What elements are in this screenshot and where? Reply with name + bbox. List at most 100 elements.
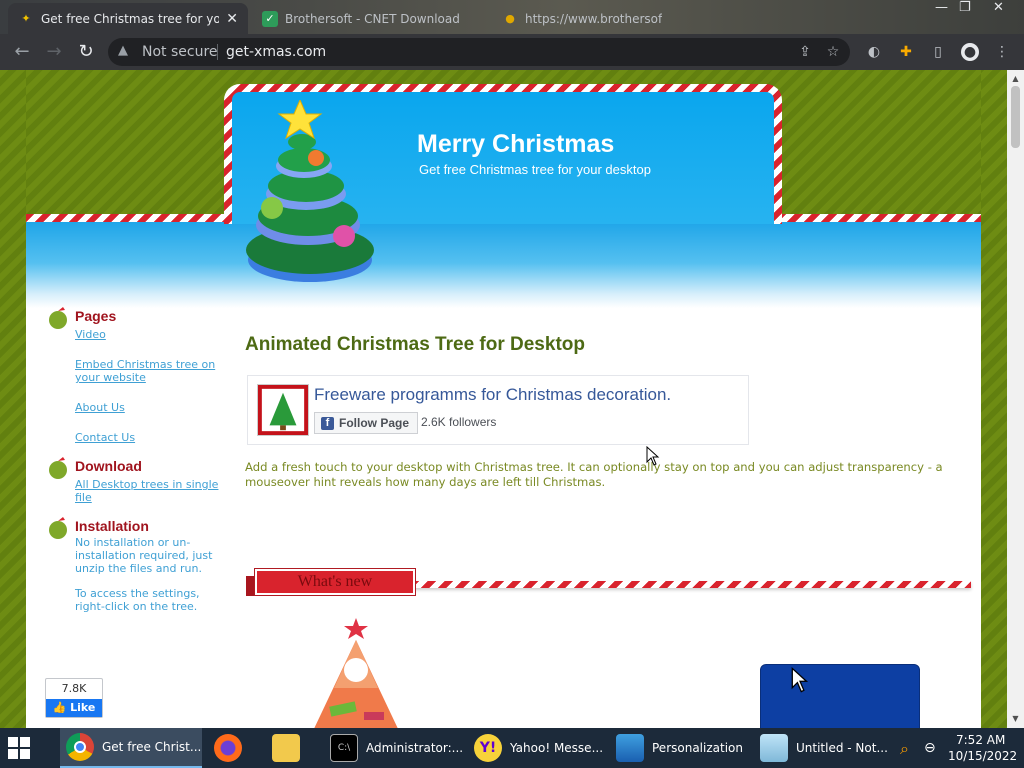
taskbar-item-chrome[interactable]: Get free Christ...	[60, 728, 202, 768]
video-thumbnail[interactable]	[760, 664, 920, 728]
browser-toolbar: ← → ↻ ▲ Not secure get-xmas.com ⇪ ☆ ◐ ✚ …	[0, 34, 1024, 70]
tab-brothersoftgames[interactable]: ● https://www.brothersoftgames	[492, 3, 672, 34]
followers-count: 2.6K followers	[421, 415, 497, 429]
whats-new-ribbon: What's new	[254, 568, 416, 596]
tab-close-icon[interactable]: ✕	[226, 11, 238, 27]
follow-page-button[interactable]: f Follow Page	[314, 412, 419, 434]
taskbar-item-label: Untitled - Not...	[796, 741, 888, 755]
minimize-button[interactable]: —	[935, 0, 948, 18]
installation-note: No installation or un-installation requi…	[75, 536, 213, 575]
sidebar-link-about-us[interactable]: About Us	[75, 401, 125, 414]
taskbar-item-label: Administrator:...	[366, 741, 464, 755]
window-close-button[interactable]: ✕	[993, 0, 1004, 18]
side-panel-icon[interactable]: ▯	[929, 43, 947, 61]
warning-triangle-icon[interactable]: ▲	[118, 43, 128, 58]
taskbar-item-label: Personalization	[652, 741, 743, 755]
notepad-icon	[760, 734, 788, 762]
whats-new-label: What's new	[297, 573, 373, 590]
yahoo-messenger-icon: Y!	[474, 734, 502, 762]
tab-title: Get free Christmas tree for your d	[41, 11, 220, 26]
facebook-page-name[interactable]: Freeware programms for Christmas decorat…	[314, 385, 671, 405]
sidebar-link-all-trees[interactable]: All Desktop trees in single file	[75, 478, 225, 504]
sidebar-link-contact-us[interactable]: Contact Us	[75, 431, 135, 444]
back-button[interactable]: ←	[11, 41, 33, 63]
sidebar-link-video[interactable]: Video	[75, 328, 106, 341]
page-scrollbar[interactable]: ▲ ▼	[1007, 70, 1024, 728]
facebook-page-thumbnail[interactable]	[257, 384, 309, 436]
bookmark-star-icon[interactable]: ☆	[824, 43, 842, 61]
taskbar-item-label: Get free Christ...	[102, 740, 202, 754]
christmas-tree-logo	[246, 100, 374, 282]
sidebar-heading-installation: Installation	[75, 518, 149, 534]
menu-kebab-icon[interactable]: ⋮	[993, 43, 1011, 61]
browser-tab-strip: ✦ Get free Christmas tree for your d ✕ ✓…	[0, 0, 1024, 34]
windows-taskbar: Get free Christ... C:\ Administrator:...…	[0, 728, 1024, 768]
personalization-icon	[616, 734, 644, 762]
settings-note: To access the settings, right-click on t…	[75, 587, 200, 613]
restore-button[interactable]: ❐	[959, 0, 971, 18]
header-subtitle: Get free Christmas tree for your desktop	[419, 162, 651, 177]
account-avatar-icon[interactable]: ●	[961, 43, 979, 61]
facebook-like-widget[interactable]: 7.8K 👍 Like	[45, 678, 103, 718]
address-separator	[217, 44, 218, 60]
address-bar[interactable]: ▲ Not secure get-xmas.com ⇪ ☆	[108, 38, 850, 66]
clock-date[interactable]: 10/15/2022	[948, 749, 1017, 763]
taskbar-item-yahoo-messenger[interactable]: Y! Yahoo! Messe...	[468, 728, 606, 768]
triangle-tree-image[interactable]	[300, 608, 420, 728]
header-title: Merry Christmas	[417, 130, 615, 158]
ornament-icon	[49, 457, 67, 479]
download-favicon-icon: ✓	[262, 10, 278, 27]
page-description: Add a fresh touch to your desktop with C…	[245, 460, 943, 489]
ornament-icon	[49, 307, 67, 329]
extensions-puzzle-icon[interactable]: ✚	[897, 43, 915, 61]
scroll-down-arrow-icon[interactable]: ▼	[1007, 714, 1024, 723]
sidebar-heading-pages: Pages	[75, 308, 117, 324]
chrome-icon	[66, 733, 94, 761]
taskbar-item-firefox[interactable]	[208, 728, 258, 768]
file-explorer-icon	[272, 734, 300, 762]
taskbar-item-notepad[interactable]: Untitled - Not...	[754, 728, 892, 768]
mouse-cursor-icon	[646, 446, 660, 466]
scroll-up-arrow-icon[interactable]: ▲	[1007, 74, 1024, 83]
ornament-icon	[49, 517, 67, 539]
taskbar-item-command-prompt[interactable]: C:\ Administrator:...	[324, 728, 464, 768]
like-button[interactable]: 👍 Like	[46, 699, 102, 717]
firefox-icon	[214, 734, 242, 762]
tab-brothersoft[interactable]: ✓ Brothersoft - CNET Download	[252, 3, 492, 34]
sidebar-link-embed[interactable]: Embed Christmas tree on your website	[75, 358, 225, 384]
search-magnifier-icon[interactable]: ⌕	[900, 739, 909, 768]
scrollbar-thumb[interactable]	[1011, 86, 1020, 148]
security-status[interactable]: Not secure	[142, 44, 218, 60]
clock-time[interactable]: 7:52 AM	[956, 733, 1005, 747]
command-prompt-icon: C:\	[330, 734, 358, 762]
tab-title: Brothersoft - CNET Download	[285, 11, 460, 26]
forward-button[interactable]: →	[43, 41, 65, 63]
page-title: Animated Christmas Tree for Desktop	[245, 334, 585, 355]
reload-button[interactable]: ↻	[75, 41, 97, 63]
mouse-cursor-icon	[791, 667, 809, 693]
facebook-icon: f	[321, 416, 334, 430]
candy-cane-border-right	[778, 214, 981, 222]
like-count: 7.8K	[61, 682, 87, 695]
taskbar-item-file-explorer[interactable]	[266, 728, 316, 768]
status-tray-icon[interactable]: ⊖	[924, 740, 936, 768]
candy-cane-border-left	[26, 214, 232, 222]
tab-title: https://www.brothersoftgames	[525, 11, 662, 26]
tab-get-free-christmas-tree[interactable]: ✦ Get free Christmas tree for your d ✕	[8, 3, 248, 34]
facebook-page-plugin: Freeware programms for Christmas decorat…	[247, 375, 749, 445]
taskbar-item-personalization[interactable]: Personalization	[610, 728, 748, 768]
windows-start-icon[interactable]	[8, 737, 30, 759]
like-label: Like	[70, 701, 96, 714]
share-icon[interactable]: ⇪	[796, 43, 814, 61]
profile-flag-icon[interactable]: ◐	[865, 43, 883, 61]
url-text[interactable]: get-xmas.com	[226, 44, 326, 60]
whats-new-divider	[411, 581, 971, 588]
page-viewport: Merry Christmas Get free Christmas tree …	[0, 70, 1024, 728]
page-container: Merry Christmas Get free Christmas tree …	[26, 70, 981, 728]
sidebar-heading-download: Download	[75, 458, 142, 474]
header-sky	[26, 218, 981, 308]
follow-page-label: Follow Page	[339, 416, 410, 430]
christmas-tree-favicon-icon: ✦	[21, 12, 31, 25]
taskbar-item-label: Yahoo! Messe...	[510, 741, 604, 755]
globe-favicon-icon: ●	[505, 12, 515, 25]
